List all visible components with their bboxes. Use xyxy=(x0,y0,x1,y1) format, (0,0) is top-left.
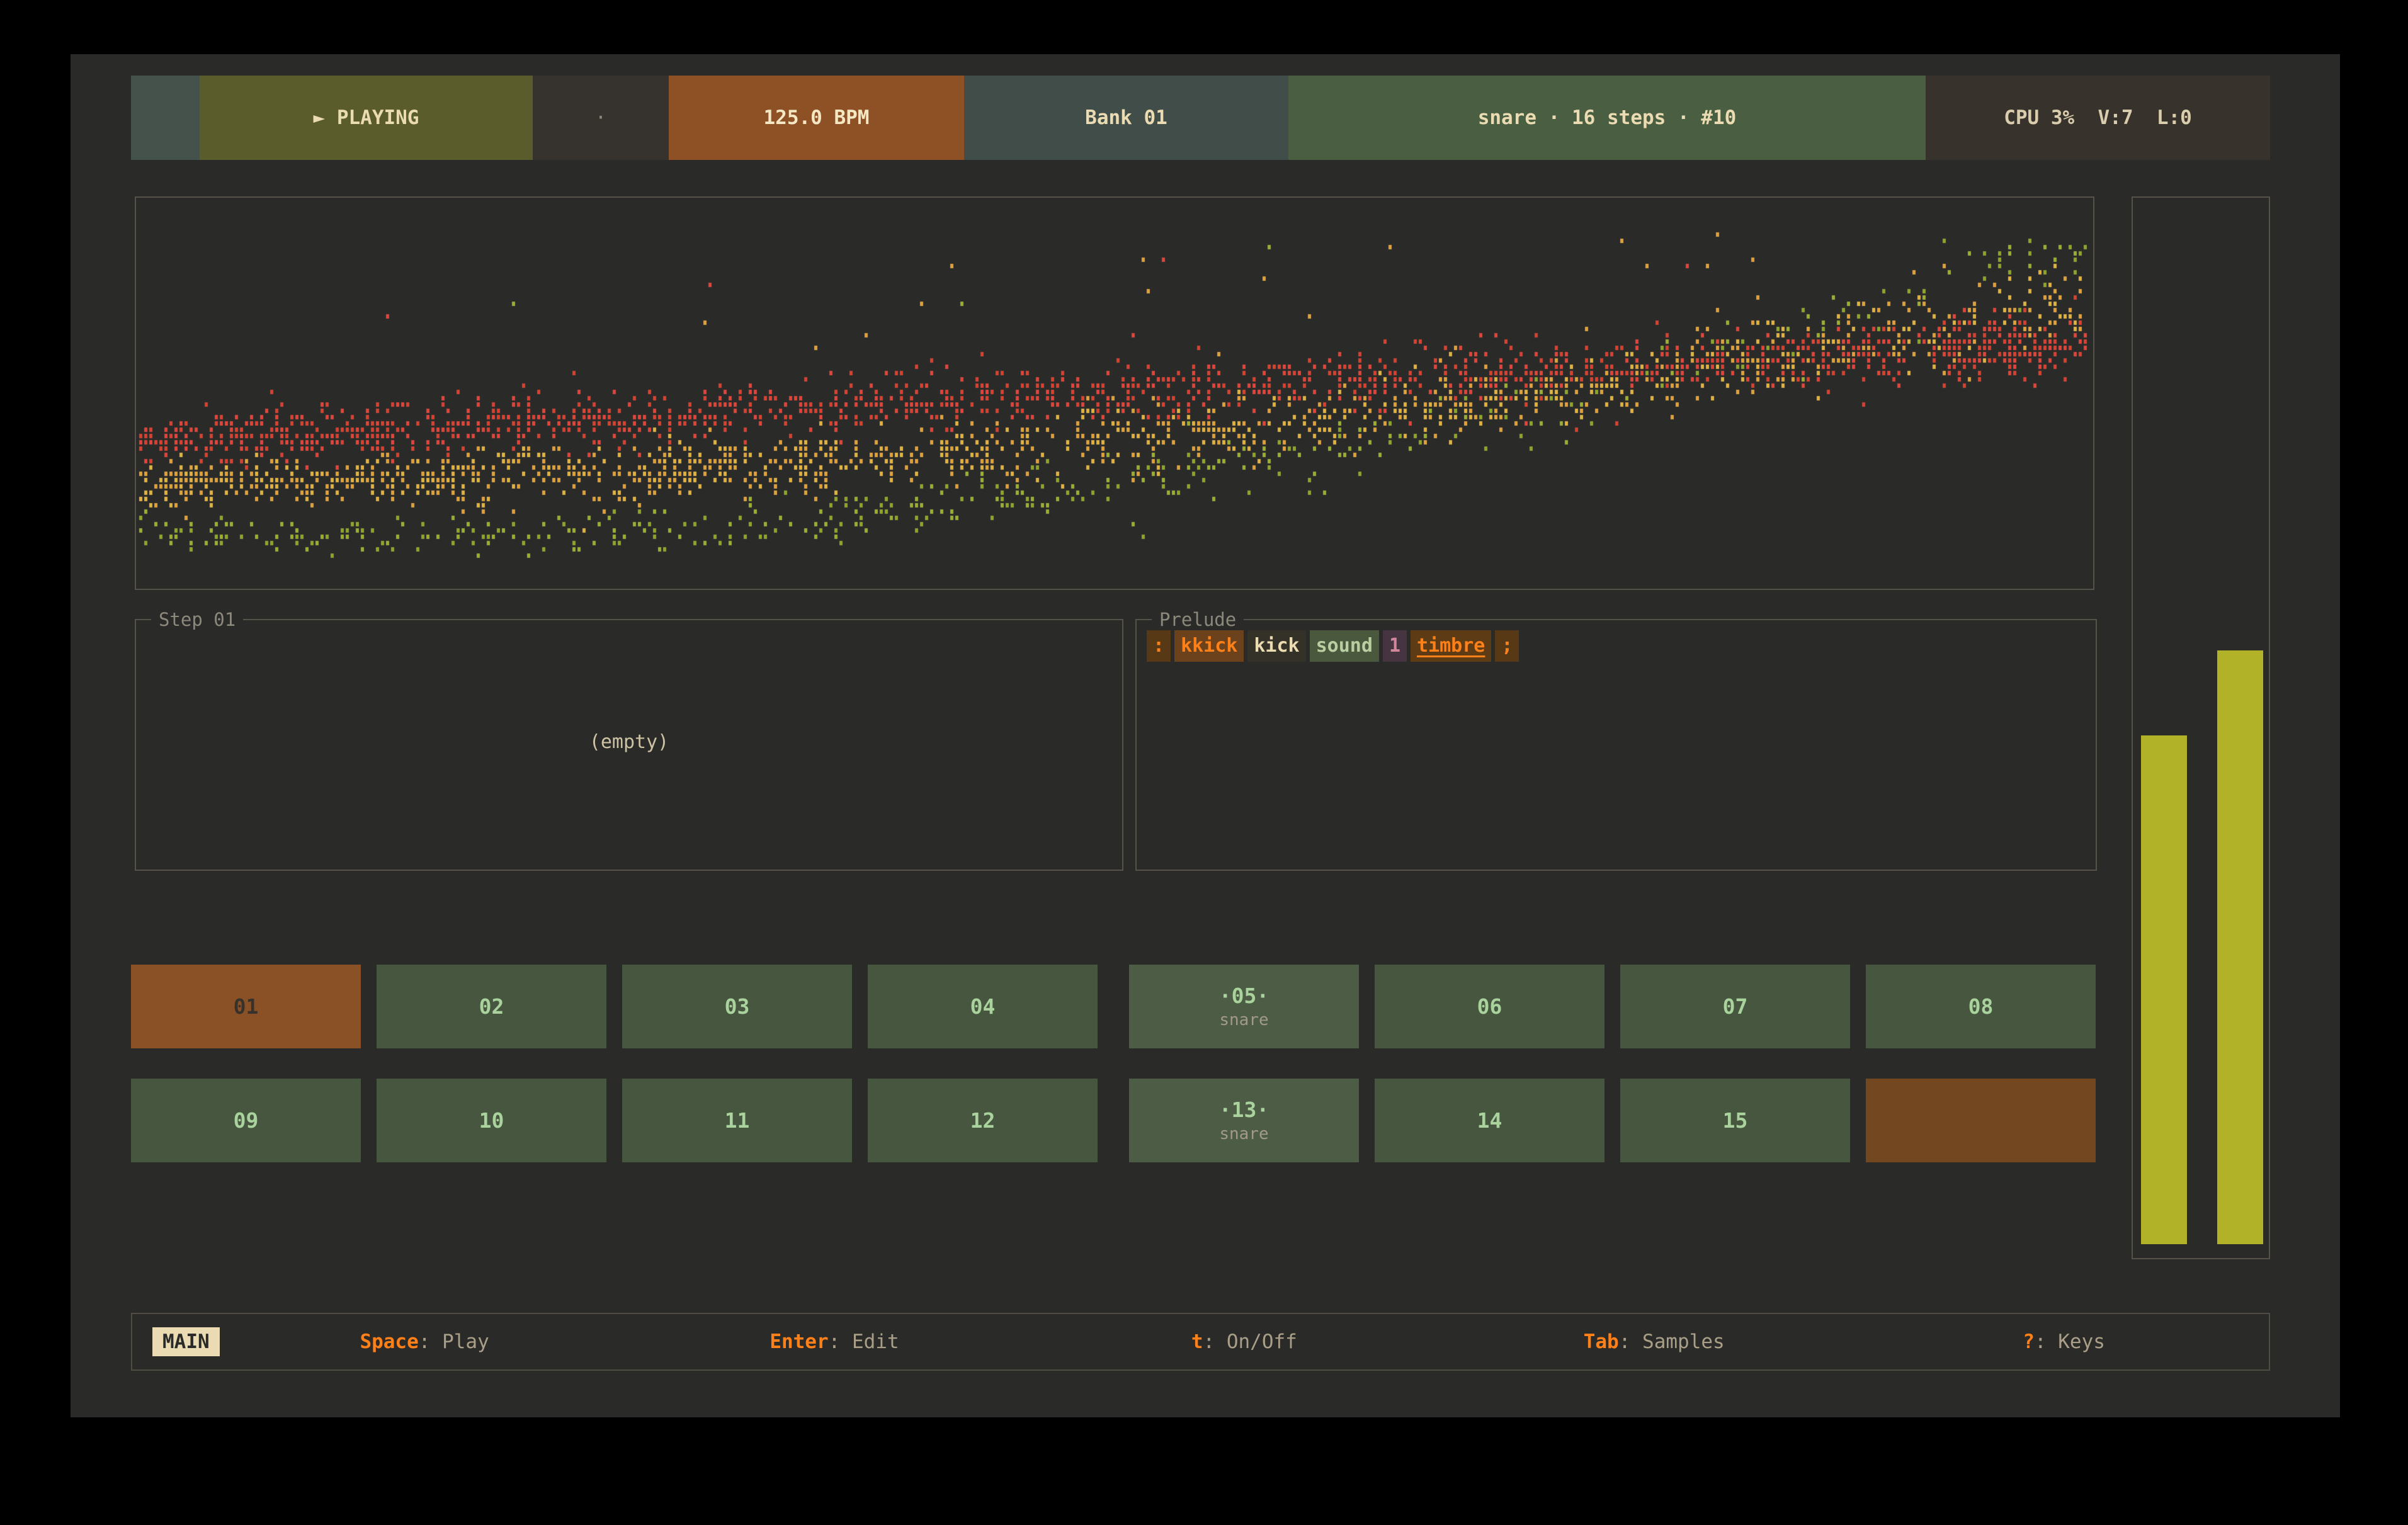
step-grid-row-2: 09 10 11 12 ·13· snare 14 15 xyxy=(131,1079,2184,1162)
step-button-15[interactable]: 15 xyxy=(1620,1079,1850,1162)
step-button-13[interactable]: ·13· snare xyxy=(1129,1079,1359,1162)
step-button-label: ·05· xyxy=(1219,985,1269,1007)
hint-key: Space xyxy=(360,1330,418,1353)
bpm-display: 125.0 BPM xyxy=(669,76,964,160)
step-detail-panel: Step 01 (empty) xyxy=(135,619,1123,871)
hint-tab: Tab: Samples xyxy=(1449,1330,1859,1353)
hint-label: : Edit xyxy=(829,1330,899,1353)
mode-badge: MAIN xyxy=(152,1327,220,1356)
step-button-03[interactable]: 03 xyxy=(622,965,852,1048)
step-button-label: 01 xyxy=(234,995,259,1018)
dash-separator: · xyxy=(533,76,669,160)
step-button-label: 09 xyxy=(234,1109,259,1132)
step-button-label: 02 xyxy=(479,995,504,1018)
step-button-label: 07 xyxy=(1723,995,1748,1018)
hint-key: t xyxy=(1191,1330,1203,1353)
hint-enter: Enter: Edit xyxy=(630,1330,1040,1353)
step-button-label: 14 xyxy=(1477,1109,1502,1132)
step-button-label: 15 xyxy=(1723,1109,1748,1132)
step-detail-title: Step 01 xyxy=(151,608,243,631)
hint-label: : Keys xyxy=(2035,1330,2105,1353)
step-button-label: 12 xyxy=(970,1109,996,1132)
step-button-14[interactable]: 14 xyxy=(1375,1079,1604,1162)
step-button-06[interactable]: 06 xyxy=(1375,965,1604,1048)
step-button-05[interactable]: ·05· snare xyxy=(1129,965,1359,1048)
step-button-11[interactable]: 11 xyxy=(622,1079,852,1162)
step-button-01[interactable]: 01 xyxy=(131,965,361,1048)
top-bar: ► PLAYING · 125.0 BPM Bank 01 snare · 16… xyxy=(131,76,2270,160)
hint-t: t: On/Off xyxy=(1039,1330,1449,1353)
step-button-10[interactable]: 10 xyxy=(377,1079,606,1162)
step-button-label: ·13· xyxy=(1219,1099,1269,1121)
hint-label: : On/Off xyxy=(1203,1330,1297,1353)
step-sub-label: snare xyxy=(1219,1125,1268,1143)
hint-key: Tab xyxy=(1584,1330,1619,1353)
step-button-04[interactable]: 04 xyxy=(868,965,1098,1048)
step-button-02[interactable]: 02 xyxy=(377,965,606,1048)
hint-space: Space: Play xyxy=(220,1330,630,1353)
step-button-label: 08 xyxy=(1968,995,1994,1018)
corner-block xyxy=(131,76,200,160)
step-sub-label: snare xyxy=(1219,1011,1268,1029)
hint-label: : Play xyxy=(419,1330,489,1353)
step-button-07[interactable]: 07 xyxy=(1620,965,1850,1048)
empty-state-text: (empty) xyxy=(136,731,1122,753)
hint-key: ? xyxy=(2023,1330,2035,1353)
transport-status: ► PLAYING xyxy=(200,76,533,160)
code-token-sound: sound xyxy=(1310,630,1379,662)
hint-label: : Samples xyxy=(1619,1330,1725,1353)
hint-help: ?: Keys xyxy=(1859,1330,2269,1353)
step-button-label: 10 xyxy=(479,1109,504,1132)
pattern-visualizer-panel xyxy=(135,196,2094,590)
pattern-visualizer-canvas xyxy=(136,198,2093,589)
meter-bar-right xyxy=(2217,650,2263,1244)
prelude-title: Prelude xyxy=(1152,608,1244,631)
prelude-panel: Prelude :kkickkicksound1timbre; xyxy=(1135,619,2097,871)
prelude-code[interactable]: :kkickkicksound1timbre; xyxy=(1147,630,1523,662)
step-grid-row-1: 01 02 03 04 ·05· snare 06 07 08 xyxy=(131,965,2184,1048)
status-bar: MAIN Space: PlayEnter: Editt: On/OffTab:… xyxy=(131,1313,2270,1371)
code-token-punct: : xyxy=(1147,630,1171,662)
step-button-label: 11 xyxy=(725,1109,750,1132)
hint-key: Enter xyxy=(770,1330,828,1353)
step-button-16[interactable] xyxy=(1866,1079,2096,1162)
code-token-1: 1 xyxy=(1383,630,1407,662)
code-token-kkick: kkick xyxy=(1174,630,1244,662)
code-token-kick: kick xyxy=(1247,630,1305,662)
step-button-label: 03 xyxy=(725,995,750,1018)
code-token-timbre: timbre xyxy=(1411,630,1491,662)
hint-list: Space: PlayEnter: Editt: On/OffTab: Samp… xyxy=(220,1330,2269,1353)
step-button-08[interactable]: 08 xyxy=(1866,965,2096,1048)
cpu-stats: CPU 3% V:7 L:0 xyxy=(1926,76,2270,160)
step-button-09[interactable]: 09 xyxy=(131,1079,361,1162)
app-window: ► PLAYING · 125.0 BPM Bank 01 snare · 16… xyxy=(71,54,2340,1417)
code-token-punct: ; xyxy=(1495,630,1519,662)
step-button-label: 06 xyxy=(1477,995,1502,1018)
bank-display: Bank 01 xyxy=(964,76,1288,160)
step-button-12[interactable]: 12 xyxy=(868,1079,1098,1162)
track-info: snare · 16 steps · #10 xyxy=(1288,76,1926,160)
step-button-label: 04 xyxy=(970,995,996,1018)
